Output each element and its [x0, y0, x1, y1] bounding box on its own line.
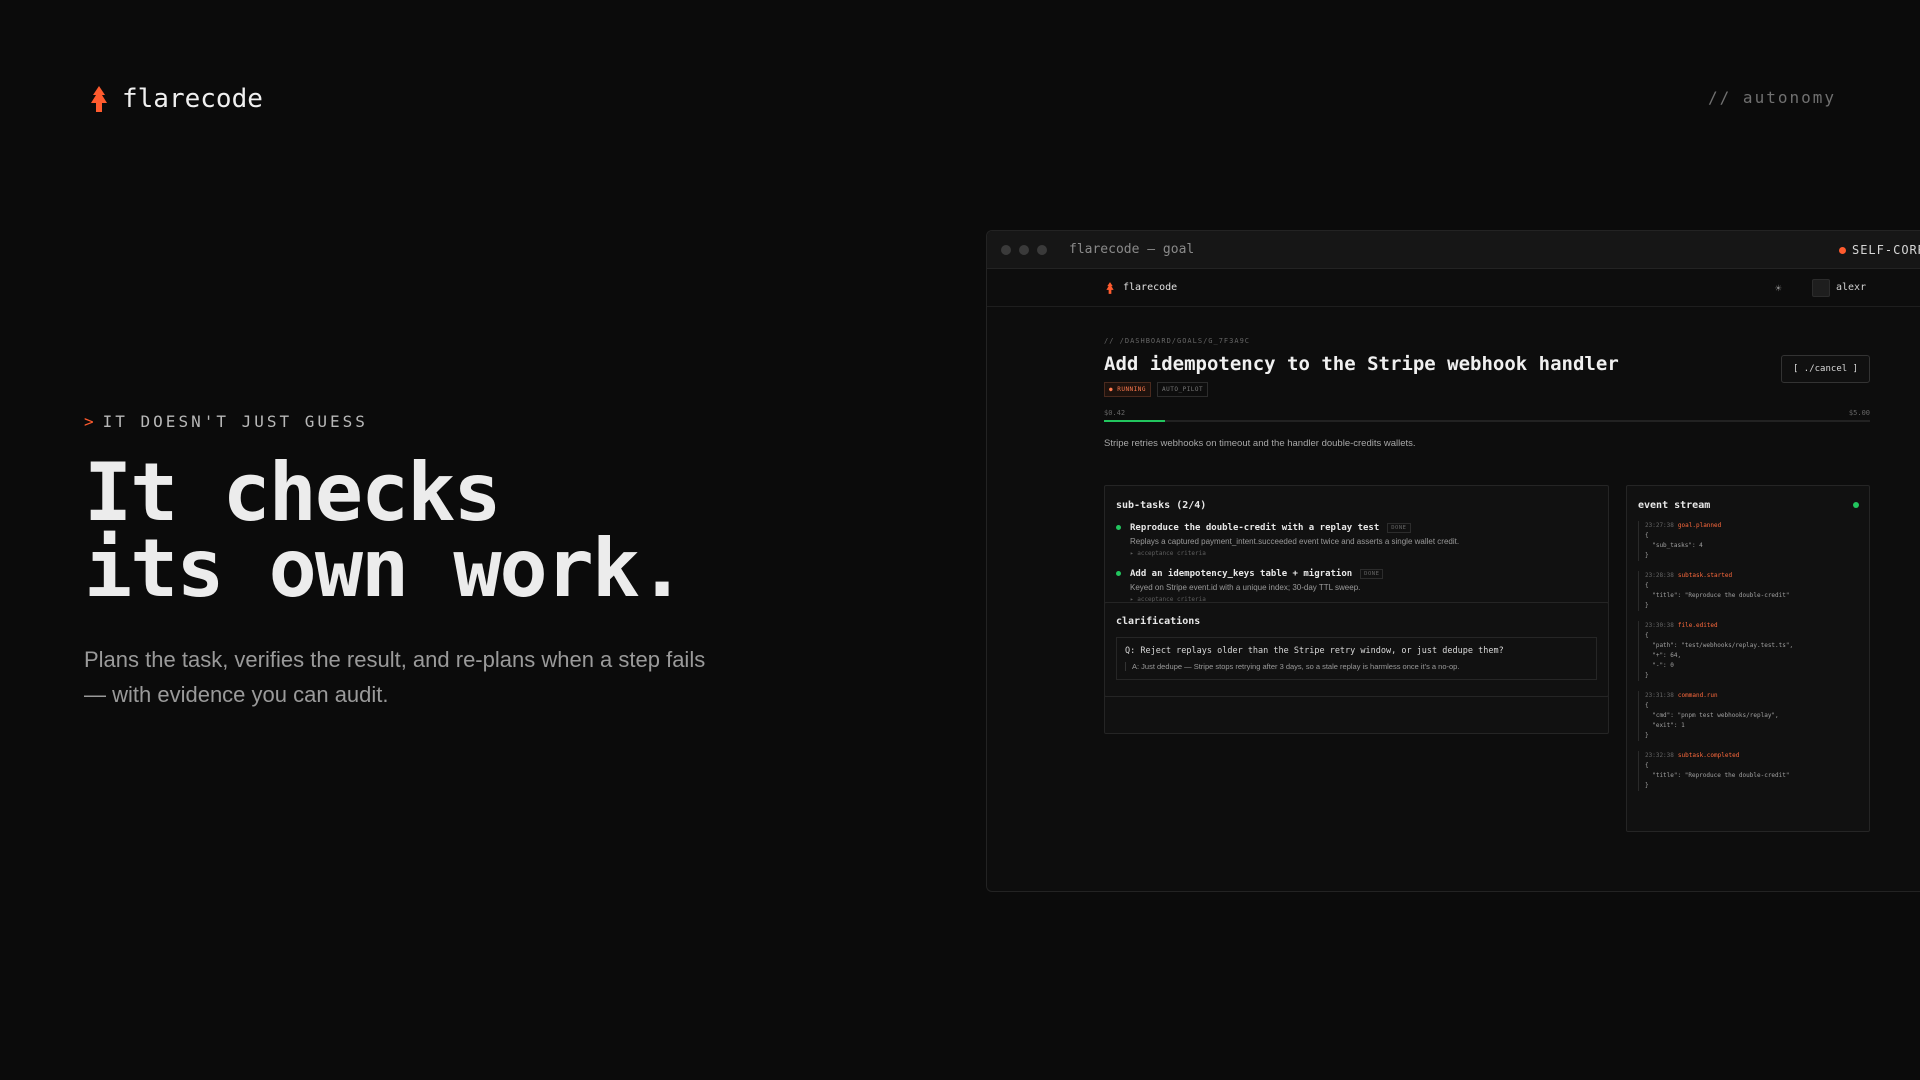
- event-time: 23:28:38: [1645, 572, 1674, 579]
- subtask-item[interactable]: Add an idempotency_keys table + migratio…: [1116, 569, 1597, 603]
- breadcrumb: // /DASHBOARD/GOALS/G_7F3A9C: [1104, 337, 1251, 345]
- flame-icon: [1106, 281, 1114, 294]
- subtask-item[interactable]: Reproduce the double-credit with a repla…: [1116, 523, 1597, 557]
- event-payload: { "sub_tasks": 4 }: [1645, 532, 1703, 559]
- headline-line-2: its own work.: [84, 522, 686, 615]
- clarifications-panel: clarifications Q: Reject replays older t…: [1104, 602, 1609, 697]
- acceptance-criteria-toggle[interactable]: ▸ acceptance criteria: [1130, 550, 1597, 557]
- subtask-status-dot: [1116, 525, 1121, 530]
- cost-budget: $5.00: [1848, 409, 1870, 417]
- cancel-button[interactable]: [ ./cancel ]: [1780, 355, 1870, 383]
- subtasks-title: sub-tasks (2/4): [1116, 500, 1207, 511]
- event-type: subtask.completed: [1677, 752, 1740, 759]
- headline: It checks its own work.: [84, 446, 686, 615]
- brand-logo[interactable]: flarecode: [88, 84, 263, 114]
- sun-icon[interactable]: ☀: [1775, 282, 1782, 295]
- mode-badge-label: SELF-CORR: [1851, 243, 1920, 257]
- subtask-state-badge: DONE: [1360, 569, 1384, 579]
- event-item: 23:31:38 command.run { "cmd": "pnpm test w…: [1638, 691, 1858, 741]
- subtask-title: Add an idempotency_keys table + migratio…: [1130, 569, 1353, 579]
- status-badge: ● RUNNING: [1104, 382, 1152, 397]
- window-title: flarecode — goal: [1069, 242, 1195, 257]
- subtask-state-badge: DONE: [1387, 523, 1411, 533]
- clarification-item: Q: Reject replays older than the Stripe …: [1116, 637, 1597, 680]
- budget-progress-fill: [1104, 420, 1166, 422]
- app-name[interactable]: flarecode: [1123, 282, 1177, 293]
- event-payload: { "path": "test/webhooks/replay.test.ts"…: [1645, 632, 1794, 679]
- window-close-dot[interactable]: [1001, 244, 1011, 255]
- clarification-question: Q: Reject replays older than the Stripe …: [1125, 646, 1504, 656]
- eyebrow: > IT DOESN'T JUST GUESS: [84, 412, 368, 431]
- subtask-status-dot: [1116, 571, 1121, 576]
- event-type: goal.planned: [1677, 522, 1722, 529]
- brand-name: flarecode: [122, 84, 263, 114]
- subtask-description: Keyed on Stripe event.id with a unique i…: [1130, 583, 1361, 592]
- goal-title: Add idempotency to the Stripe webhook ha…: [1104, 353, 1619, 375]
- subcopy: Plans the task, verifies the result, and…: [84, 647, 706, 707]
- mode-badge: SELF-CORR: [1838, 243, 1920, 257]
- event-time: 23:27:38: [1645, 522, 1674, 529]
- user-name[interactable]: alexr: [1836, 282, 1866, 293]
- event-item: 23:30:38 file.edited { "path": "test/webho…: [1638, 621, 1858, 681]
- eyebrow-text: IT DOESN'T JUST GUESS: [102, 412, 368, 431]
- section-label: // autonomy: [1708, 88, 1836, 107]
- window-maximize-dot[interactable]: [1037, 244, 1047, 255]
- event-item: 23:32:38 subtask.completed { "title": "Rep…: [1638, 751, 1858, 791]
- subtask-description: Replays a captured payment_intent.succee…: [1130, 537, 1460, 546]
- eyebrow-prompt: >: [84, 412, 97, 431]
- budget-progress-bar: [1104, 420, 1870, 422]
- live-indicator: [1853, 502, 1859, 508]
- event-type: file.edited: [1677, 622, 1718, 629]
- app-header: flarecode ☀ alexr: [987, 269, 1920, 307]
- status-dot: [1838, 246, 1846, 254]
- event-type: subtask.started: [1677, 572, 1733, 579]
- event-time: 23:32:38: [1645, 752, 1674, 759]
- goal-content: // /DASHBOARD/GOALS/G_7F3A9C Add idempot…: [1104, 337, 1870, 832]
- event-payload: { "cmd": "pnpm test webhooks/replay", "e…: [1645, 702, 1779, 739]
- event-type: command.run: [1677, 692, 1718, 699]
- cost-row: $0.42 $5.00: [1104, 409, 1870, 417]
- avatar[interactable]: [1812, 279, 1830, 297]
- event-time: 23:31:38: [1645, 692, 1674, 699]
- clarifications-title: clarifications: [1116, 616, 1201, 627]
- subtask-title: Reproduce the double-credit with a repla…: [1130, 523, 1380, 533]
- flame-icon: [91, 86, 107, 112]
- event-item: 23:27:38 goal.planned { "sub_tasks": 4 }: [1638, 521, 1858, 561]
- goal-description: Stripe retries webhooks on timeout and t…: [1104, 438, 1416, 449]
- event-item: 23:28:38 subtask.started { "title": "Repro…: [1638, 571, 1858, 611]
- app-window: flarecode — goal SELF-CORR flarecode ☀ a…: [986, 230, 1920, 892]
- goal-tags: ● RUNNING AUTO_PILOT: [1104, 382, 1870, 397]
- headline-line-1: It checks: [84, 446, 501, 539]
- cost-spent: $0.42: [1104, 409, 1126, 417]
- event-payload: { "title": "Reproduce the double-credit"…: [1645, 762, 1790, 789]
- event-stream-title: event stream: [1638, 500, 1711, 511]
- event-payload: { "title": "Reproduce the double-credit"…: [1645, 582, 1790, 609]
- event-stream-panel: event stream 23:27:38 goal.planned { "sub_…: [1626, 485, 1870, 832]
- window-minimize-dot[interactable]: [1019, 244, 1029, 255]
- mode-tag: AUTO_PILOT: [1157, 382, 1209, 397]
- window-titlebar: flarecode — goal SELF-CORR: [987, 231, 1920, 269]
- clarification-answer: A: Just dedupe — Stripe stops retrying a…: [1125, 662, 1588, 671]
- event-time: 23:30:38: [1645, 622, 1674, 629]
